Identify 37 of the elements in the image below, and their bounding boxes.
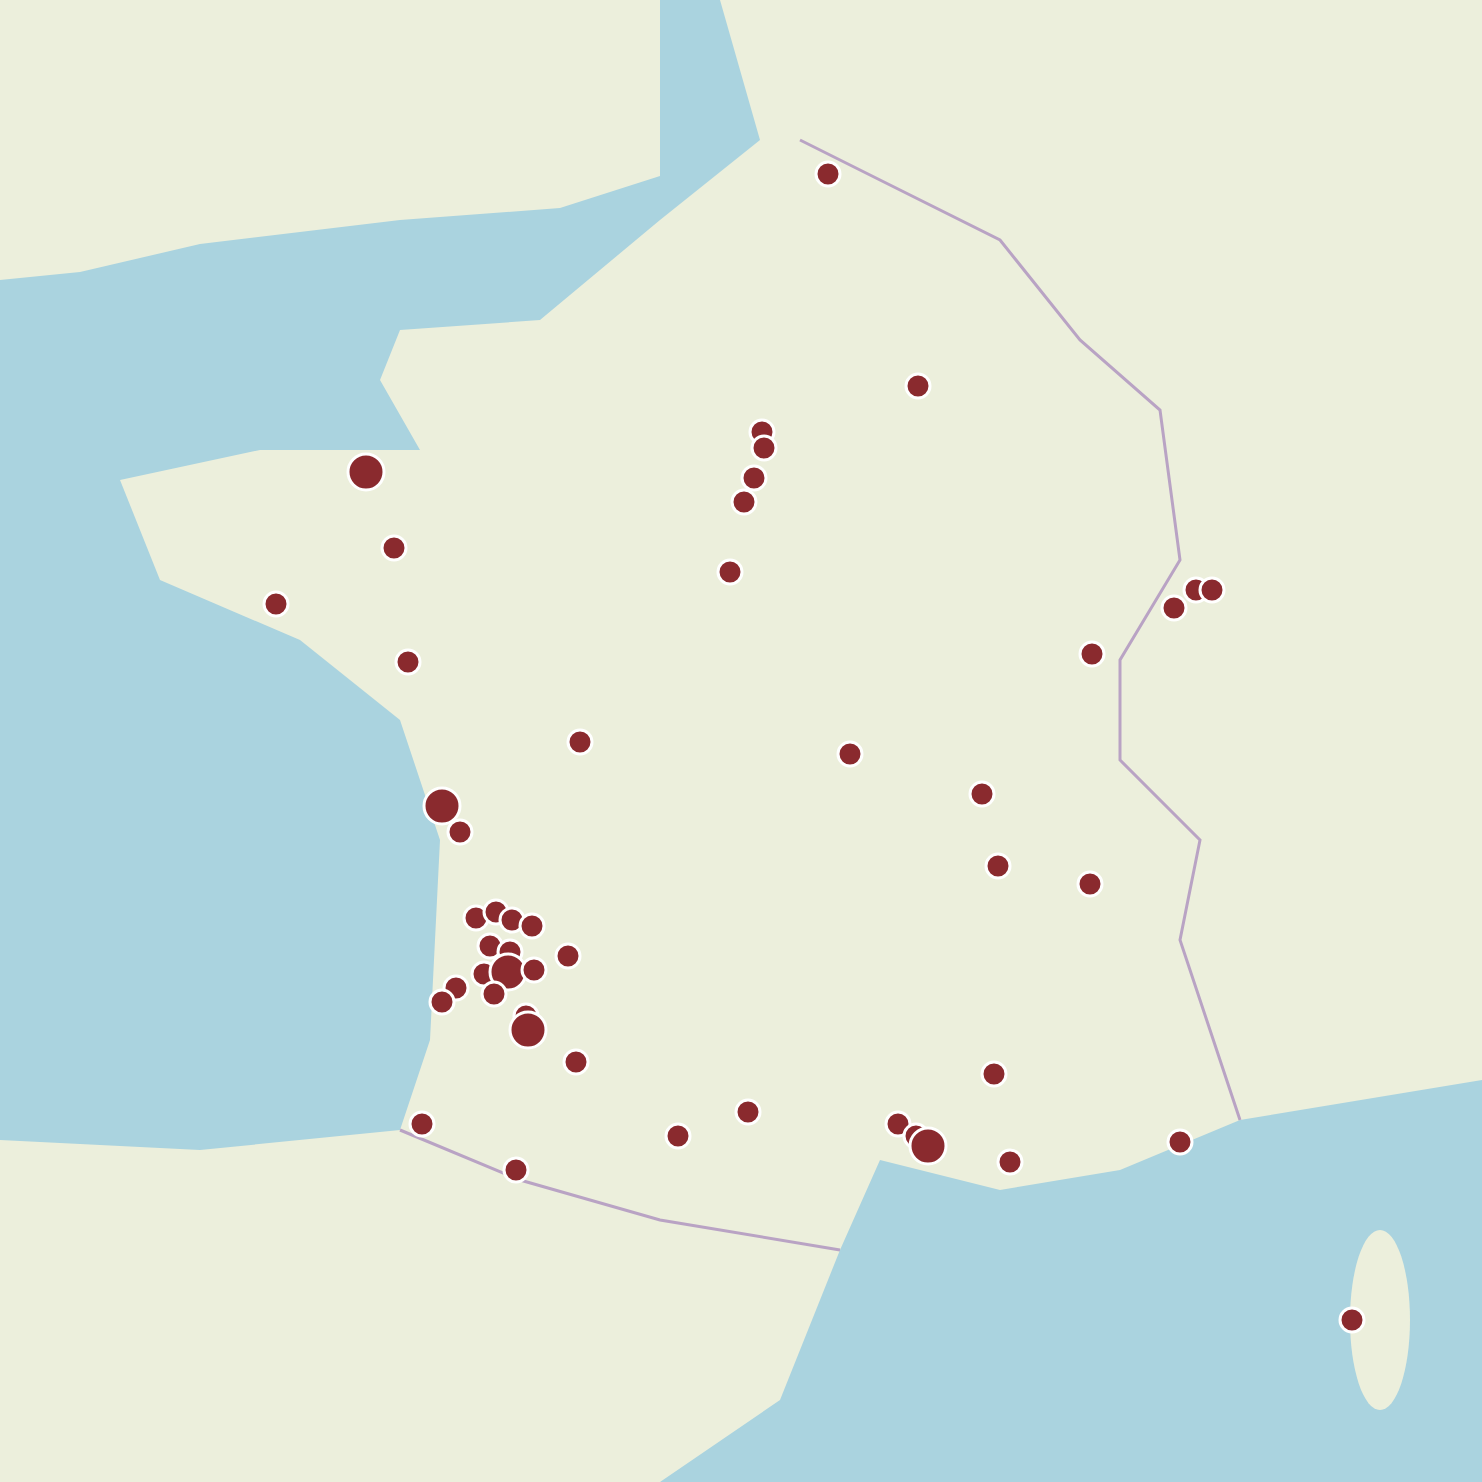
map-marker[interactable]	[1076, 870, 1104, 898]
map-marker[interactable]	[1198, 576, 1226, 604]
map-marker[interactable]	[562, 1048, 590, 1076]
map-marker[interactable]	[446, 818, 474, 846]
map-marker[interactable]	[980, 1060, 1008, 1088]
map-marker[interactable]	[904, 372, 932, 400]
map-marker[interactable]	[480, 980, 508, 1008]
map-marker[interactable]	[408, 1110, 436, 1138]
map-marker[interactable]	[428, 988, 456, 1016]
map-marker[interactable]	[1078, 640, 1106, 668]
map-marker[interactable]	[716, 558, 744, 586]
map-marker[interactable]	[740, 464, 768, 492]
map-marker[interactable]	[346, 452, 386, 492]
map-marker[interactable]	[422, 786, 462, 826]
map-marker[interactable]	[1160, 594, 1188, 622]
map-marker[interactable]	[262, 590, 290, 618]
map-marker[interactable]	[996, 1148, 1024, 1176]
map-marker[interactable]	[750, 434, 778, 462]
map-marker[interactable]	[836, 740, 864, 768]
map-marker[interactable]	[380, 534, 408, 562]
map-marker[interactable]	[566, 728, 594, 756]
map-marker[interactable]	[730, 488, 758, 516]
map-marker[interactable]	[968, 780, 996, 808]
map-marker[interactable]	[1338, 1306, 1366, 1334]
map-marker[interactable]	[502, 1156, 530, 1184]
map-marker[interactable]	[984, 852, 1012, 880]
map-marker[interactable]	[520, 956, 548, 984]
map-marker[interactable]	[908, 1126, 948, 1166]
map-marker[interactable]	[508, 1010, 548, 1050]
map-marker[interactable]	[734, 1098, 762, 1126]
map-marker[interactable]	[554, 942, 582, 970]
map-marker[interactable]	[1166, 1128, 1194, 1156]
map-marker[interactable]	[518, 912, 546, 940]
map-marker[interactable]	[664, 1122, 692, 1150]
map-marker[interactable]	[814, 160, 842, 188]
map-marker[interactable]	[394, 648, 422, 676]
map-marker[interactable]	[884, 1110, 912, 1138]
